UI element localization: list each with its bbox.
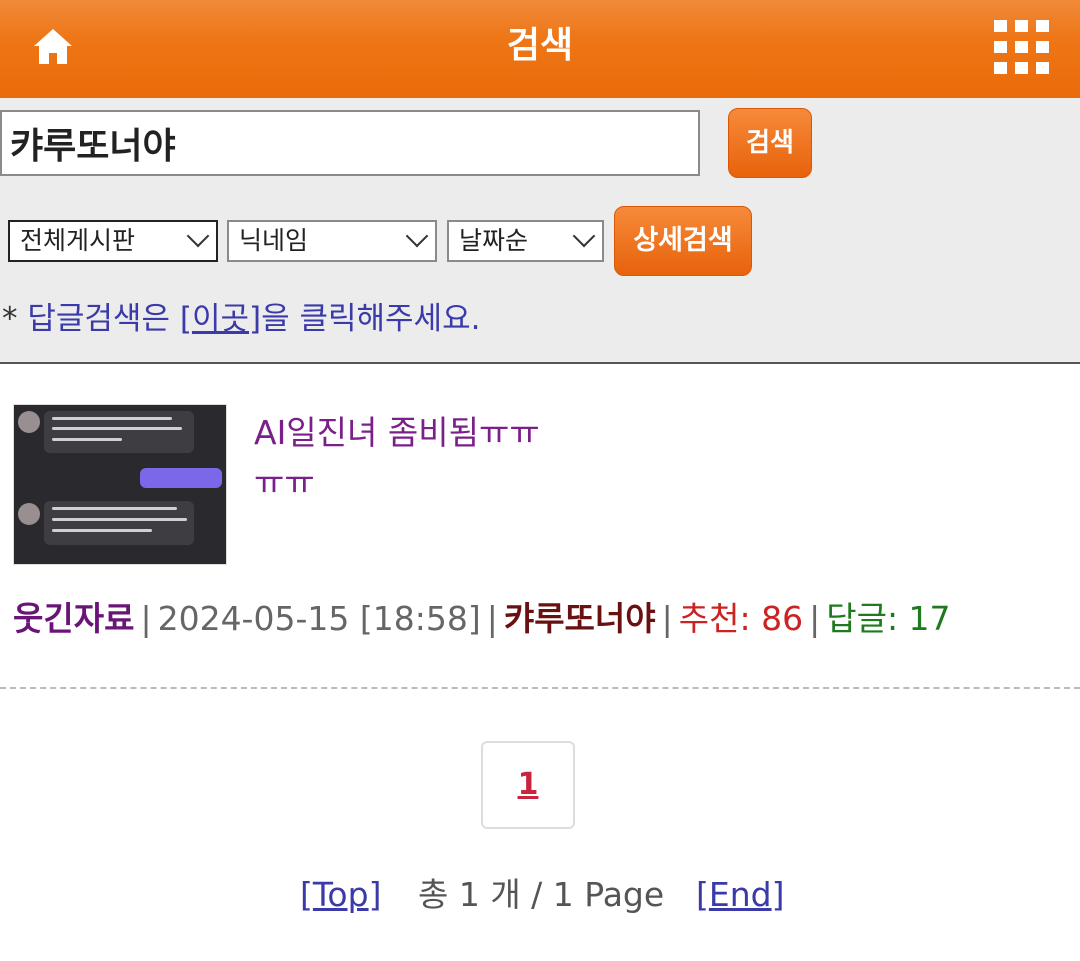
bracket-open: [ (300, 875, 313, 914)
thumb-line (52, 427, 182, 430)
meta-separator: | (140, 599, 152, 638)
end-link-label: End (708, 875, 772, 914)
divider (0, 687, 1080, 689)
chevron-down-icon (186, 224, 210, 248)
thumb-line (52, 529, 152, 532)
post-title-line2: ㅠㅠ (254, 463, 315, 502)
detail-search-button[interactable]: 상세검색 (614, 206, 752, 276)
thumb-avatar (18, 503, 40, 525)
end-link[interactable]: [End] (696, 872, 784, 918)
post-date: 2024-05-15 [18:58] (157, 599, 481, 638)
post-reply-count: 답글: 17 (826, 599, 951, 638)
hint-prefix: * (2, 301, 28, 337)
reply-search-link[interactable]: 이곳 (192, 301, 249, 337)
search-input[interactable] (0, 110, 700, 176)
search-button[interactable]: 검색 (728, 108, 812, 178)
field-select-value: 닉네임 (239, 226, 309, 255)
hint-bracket-close: ] (248, 301, 262, 337)
post-category[interactable]: 웃긴자료 (13, 599, 134, 638)
search-panel: 검색 전체게시판 닉네임 날짜순 상세검색 * 답글검색은 [이곳]을 클릭해주… (0, 98, 1080, 364)
page-number-current[interactable]: 1 (481, 741, 575, 829)
thumb-avatar (18, 411, 40, 433)
hint-bracket-open: [ (179, 301, 192, 337)
hint-text-2: 을 클릭해주세요. (261, 301, 481, 337)
bracket-close: ] (771, 875, 785, 914)
thumb-line (52, 417, 172, 420)
total-count: 총 1 개 / 1 Page (418, 875, 665, 914)
top-link[interactable]: [Top] (300, 872, 381, 918)
chevron-down-icon (405, 224, 429, 248)
field-select[interactable]: 닉네임 (227, 220, 437, 262)
order-select[interactable]: 날짜순 (447, 220, 604, 262)
post-title-line1: AI일진녀 좀비됨ㅠㅠ (254, 413, 540, 452)
meta-separator: | (809, 599, 821, 638)
page-title: 검색 (506, 25, 574, 66)
footer-nav: [Top] 총 1 개 / 1 Page [End] (0, 872, 1080, 922)
post-thumbnail[interactable] (13, 404, 227, 565)
chevron-down-icon (572, 224, 596, 248)
thumb-line (52, 518, 187, 521)
board-select-value: 전체게시판 (20, 226, 136, 255)
order-select-value: 날짜순 (459, 226, 529, 255)
thumb-line (52, 438, 122, 441)
reply-search-hint: * 답글검색은 [이곳]을 클릭해주세요. (2, 298, 480, 340)
board-select[interactable]: 전체게시판 (8, 220, 218, 262)
bracket-open: [ (696, 875, 709, 914)
top-link-label: Top (312, 875, 369, 914)
post-meta: 웃긴자료 | 2024-05-15 [18:58] | 캬루또너야 | 추천: 86 | 답글:… (13, 596, 951, 642)
post-title-link[interactable]: AI일진녀 좀비됨ㅠㅠ ㅠㅠ (254, 408, 1034, 508)
bracket-close: ] (368, 875, 382, 914)
grid-menu-icon[interactable] (994, 20, 1050, 74)
meta-separator: | (486, 599, 498, 638)
meta-separator: | (661, 599, 673, 638)
thumb-bubble (140, 468, 222, 488)
top-bar: 검색 (0, 0, 1080, 98)
post-recommend-count: 추천: 86 (678, 599, 804, 638)
post-author[interactable]: 캬루또너야 (504, 599, 656, 638)
hint-text-1: 답글검색은 (27, 301, 180, 337)
thumb-line (52, 507, 177, 510)
